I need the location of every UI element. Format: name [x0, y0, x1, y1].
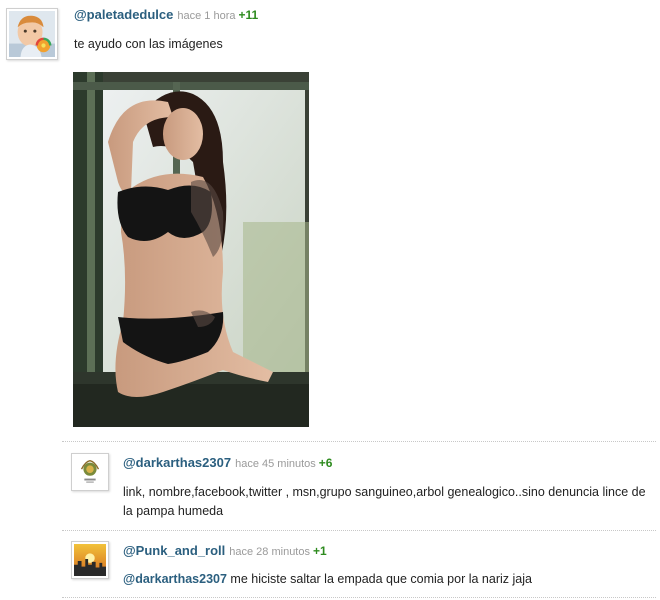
- comment-text: @darkarthas2307 me hiciste saltar la emp…: [123, 570, 532, 589]
- boy-avatar-icon[interactable]: [6, 8, 58, 60]
- comment-2: @darkarthas2307 hace 45 minutos +6 link, n…: [0, 442, 660, 528]
- comment-1: @paletadedulce hace 1 hora +11 te ayudo co…: [0, 0, 660, 440]
- vote-count[interactable]: +6: [319, 456, 333, 470]
- comment-3: @Punk_and_roll hace 28 minutos +1 @darkart…: [0, 531, 660, 600]
- comment-text: te ayudo con las imágenes: [74, 37, 223, 51]
- attached-photo[interactable]: [73, 72, 309, 427]
- username-link[interactable]: @Punk_and_roll: [123, 543, 225, 558]
- username-link[interactable]: @paletadedulce: [74, 7, 173, 22]
- comment-text: link, nombre,facebook,twitter , msn,grup…: [123, 485, 646, 518]
- timestamp: hace 1 hora: [177, 10, 236, 22]
- username-link[interactable]: @darkarthas2307: [123, 455, 231, 470]
- timestamp: hace 45 minutos: [235, 458, 316, 470]
- comment-divider: [62, 597, 656, 598]
- timestamp: hace 28 minutos: [229, 546, 310, 558]
- vote-count[interactable]: +1: [313, 544, 327, 558]
- city-sunset-avatar-icon[interactable]: [71, 541, 109, 579]
- comment-meta: @paletadedulce hace 1 hora +11: [74, 7, 258, 22]
- comment-body: me hiciste saltar la empada que comia po…: [230, 572, 532, 586]
- vote-count[interactable]: +11: [238, 8, 258, 22]
- emblem-avatar-icon[interactable]: [71, 453, 109, 491]
- comment-meta: @Punk_and_roll hace 28 minutos +1: [123, 543, 327, 558]
- comment-meta: @darkarthas2307 hace 45 minutos +6: [123, 455, 332, 470]
- mention-link[interactable]: @darkarthas2307: [123, 572, 227, 586]
